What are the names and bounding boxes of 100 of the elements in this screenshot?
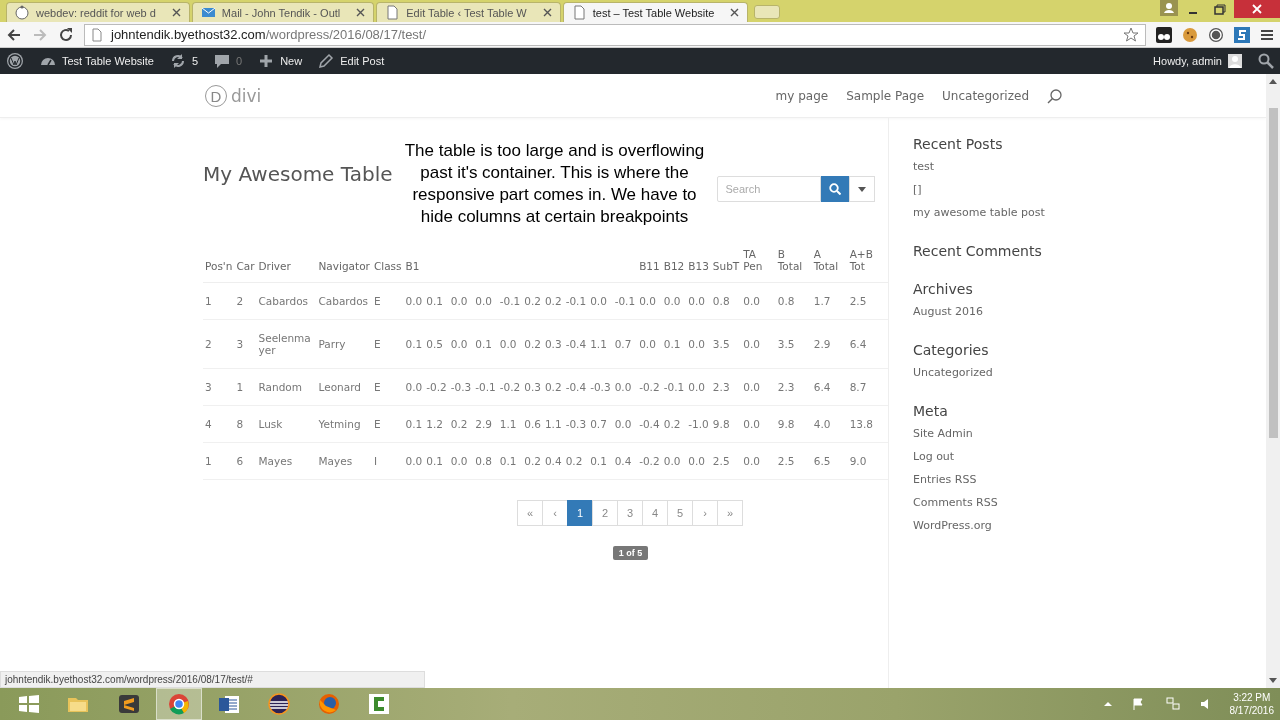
sidebar-link[interactable]: August 2016 — [913, 305, 1063, 318]
table-cell: 9.0 — [847, 442, 888, 480]
browser-tab[interactable]: Edit Table ‹ Test Table W — [376, 2, 561, 22]
table-cell: 0.0 — [637, 319, 662, 369]
sidebar-link[interactable]: test — [913, 160, 1063, 173]
admin-bar-link[interactable]: Howdy, admin — [1153, 54, 1242, 68]
page-link[interactable]: 1 — [567, 500, 593, 526]
page-link[interactable]: 3 — [617, 500, 643, 526]
table-cell: 0.2 — [661, 405, 687, 443]
user-icon[interactable] — [1160, 0, 1178, 16]
table-cell: -0.1 — [473, 368, 498, 406]
table-cell: 0.0 — [741, 319, 776, 369]
table-cell: 0.4 — [612, 442, 638, 480]
table-cell: Parry — [316, 319, 372, 369]
updates-icon — [169, 53, 186, 69]
page-link[interactable]: 2 — [592, 500, 618, 526]
admin-bar-link[interactable]: Test Table Website — [40, 53, 154, 69]
sidebar-link[interactable]: Entries RSS — [913, 473, 1063, 486]
table-cell: 1.2 — [424, 405, 449, 443]
back-icon[interactable] — [6, 26, 22, 43]
editor-icon[interactable] — [116, 692, 142, 716]
nav-link[interactable]: Sample Page — [846, 89, 925, 103]
scrollbar-thumb[interactable] — [1268, 108, 1278, 438]
sidebar-link[interactable]: WordPress.org — [913, 519, 1063, 532]
sidebar-link[interactable]: Uncategorized — [913, 366, 1063, 379]
search-field[interactable]: Search — [716, 176, 821, 202]
scrollbar[interactable] — [1266, 74, 1280, 688]
striped-circle-icon[interactable] — [266, 692, 292, 716]
table-cell: 0.7 — [588, 405, 613, 443]
close-icon[interactable] — [730, 8, 740, 17]
table-cell: 0.1 — [403, 319, 425, 369]
dropdown-button[interactable] — [848, 176, 875, 202]
plus-icon — [258, 53, 275, 69]
close-icon[interactable] — [171, 8, 181, 17]
page-link[interactable]: » — [717, 500, 743, 526]
clock[interactable]: 3:22 PM 8/17/2016 — [1229, 691, 1274, 717]
flag-icon[interactable] — [1131, 698, 1146, 710]
search-icon[interactable] — [1047, 88, 1063, 104]
table-cell: 3.5 — [775, 319, 812, 369]
table-cell: 0.2 — [522, 282, 543, 320]
menu-icon[interactable] — [1260, 27, 1274, 42]
wordpress-icon[interactable] — [1208, 26, 1224, 43]
table-cell: 6.5 — [811, 442, 848, 480]
browser-tab[interactable]: test – Test Table Website — [562, 2, 749, 22]
table-cell: 0.0 — [403, 442, 425, 480]
globe-icon[interactable] — [316, 692, 342, 716]
start-icon[interactable] — [16, 692, 42, 716]
table-cell: 0.5 — [424, 319, 449, 369]
admin-bar-link[interactable]: New — [258, 53, 303, 69]
admin-bar-link[interactable]: 0 — [214, 53, 243, 69]
extension-icon[interactable] — [1156, 26, 1172, 43]
table-cell: 0.0 — [741, 442, 776, 480]
speaker-icon[interactable] — [1199, 698, 1210, 710]
star-icon[interactable] — [1123, 26, 1139, 43]
sidebar-link[interactable]: Log out — [913, 450, 1063, 463]
square-logo-icon[interactable] — [366, 692, 392, 716]
tray-arrow-icon[interactable] — [1103, 700, 1112, 708]
page-link[interactable]: › — [692, 500, 718, 526]
page-link[interactable]: 4 — [642, 500, 668, 526]
page-link[interactable]: « — [517, 500, 543, 526]
sidebar-link[interactable]: my awesome table post — [913, 206, 1063, 219]
sidebar-link[interactable]: [] — [913, 183, 1063, 196]
admin-bar-link[interactable]: 5 — [169, 53, 199, 69]
colored-circle-icon[interactable] — [166, 692, 192, 716]
close-icon[interactable] — [542, 8, 552, 17]
column-header: Driver — [256, 238, 317, 283]
search-button[interactable] — [820, 176, 849, 202]
column-header: Car — [234, 238, 257, 283]
reload-icon[interactable] — [58, 26, 74, 43]
cookie-icon[interactable] — [1182, 26, 1198, 43]
nav-link[interactable]: my page — [775, 89, 829, 103]
column-header: A+B Tot — [847, 238, 888, 283]
avatar-icon — [1228, 54, 1242, 68]
column-header: Pos'n — [203, 238, 235, 283]
table-cell: Seelenmayer — [256, 319, 317, 369]
status-bar: johntendik.byethost32.com/wordpress/2016/08/17/test/# — [0, 671, 425, 688]
search-icon[interactable] — [1258, 53, 1274, 69]
browser-tab[interactable]: Mail - John Tendik - Outl — [191, 2, 375, 22]
admin-bar-link[interactable]: Edit Post — [318, 53, 385, 69]
table-cell: 0.2 — [448, 405, 474, 443]
close-icon[interactable] — [1234, 0, 1280, 18]
table-cell: 0.0 — [686, 368, 711, 406]
sidebar-link[interactable]: Comments RSS — [913, 496, 1063, 509]
table-cell: -0.1 — [612, 282, 638, 320]
widget-title: Archives — [913, 281, 974, 297]
address-field[interactable]: johntendik.byethost32.com/wordpress/2016/08/17/test/ — [84, 23, 1146, 46]
wordpress-icon[interactable] — [6, 52, 24, 70]
sidebar-link[interactable]: Site Admin — [913, 427, 1063, 440]
table-cell: 1.7 — [811, 282, 848, 320]
page-link[interactable]: 5 — [667, 500, 693, 526]
table-cell: 2.9 — [811, 319, 848, 369]
table-cell: Lusk — [256, 405, 317, 443]
table-cell: 1 — [203, 282, 235, 320]
close-icon[interactable] — [356, 8, 366, 17]
column-header: B11 — [637, 238, 662, 283]
nav-link[interactable]: Uncategorized — [942, 89, 1029, 103]
table-cell: 13.8 — [847, 405, 888, 443]
network-icon[interactable] — [1165, 697, 1180, 711]
browser-tab[interactable]: webdev: reddit for web d — [6, 2, 190, 22]
column-header: B Total — [775, 238, 812, 283]
